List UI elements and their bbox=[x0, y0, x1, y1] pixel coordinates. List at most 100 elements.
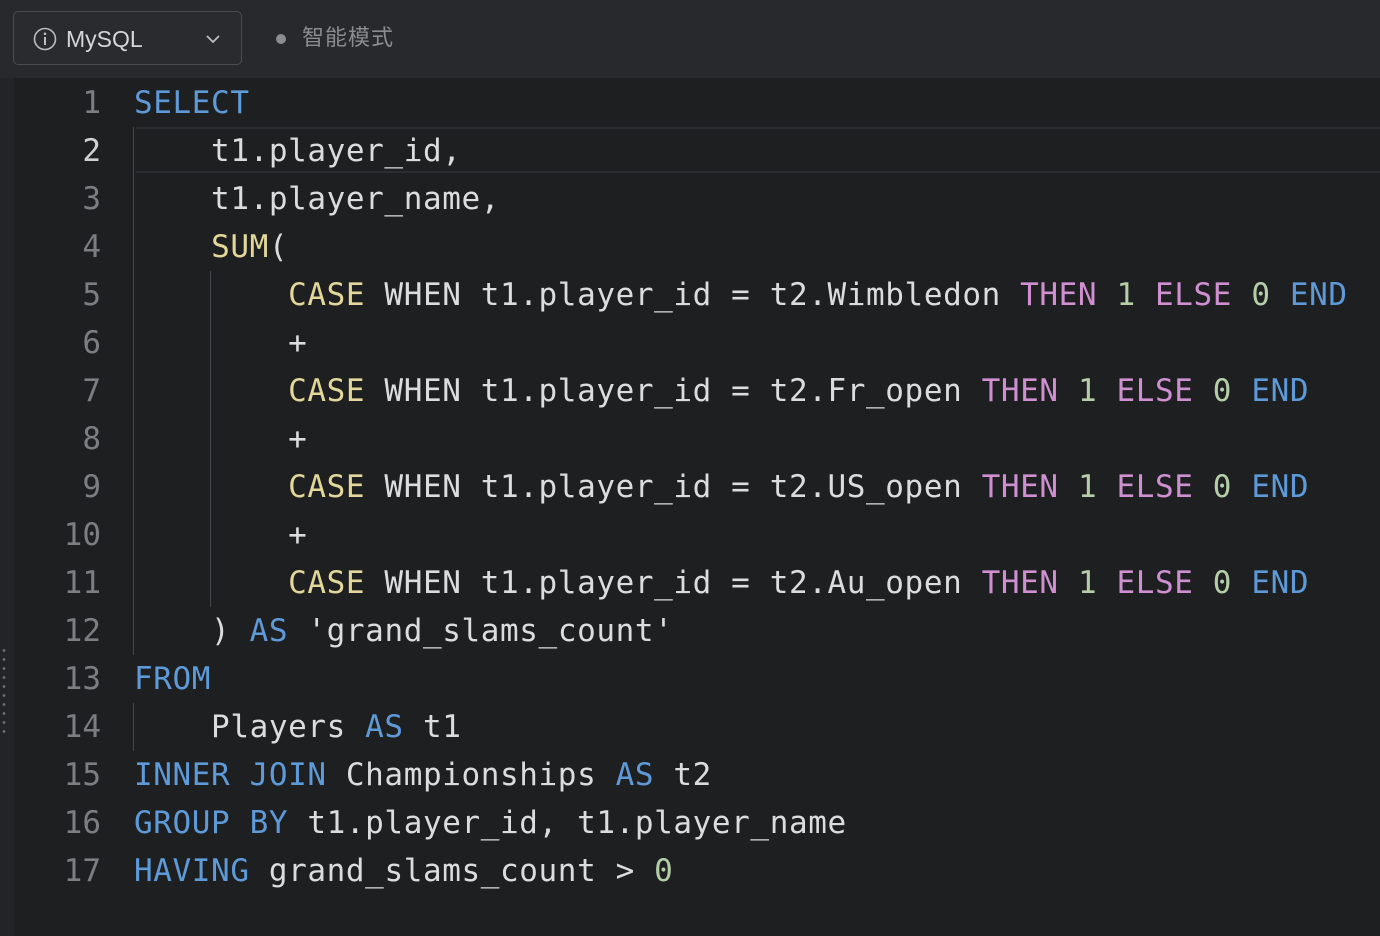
line-number: 8 bbox=[82, 421, 101, 457]
code-text: CASE WHEN t1.player_id = t2.Au_open THEN… bbox=[134, 559, 1309, 607]
info-icon bbox=[33, 27, 57, 51]
code-text: CASE WHEN t1.player_id = t2.US_open THEN… bbox=[134, 463, 1309, 511]
code-token: INNER JOIN bbox=[134, 757, 327, 793]
code-text: + bbox=[134, 415, 307, 463]
code-text: + bbox=[134, 511, 307, 559]
code-line[interactable]: 12 ) AS 'grand_slams_count' bbox=[14, 607, 1380, 655]
code-token: THEN bbox=[981, 469, 1059, 505]
code-line[interactable]: 8 + bbox=[14, 415, 1380, 463]
code-token: 0 bbox=[654, 853, 674, 889]
code-line[interactable]: 10 + bbox=[14, 511, 1380, 559]
code-token: END bbox=[1251, 565, 1310, 601]
line-number: 9 bbox=[82, 469, 101, 505]
code-text: GROUP BY t1.player_id, t1.player_name bbox=[134, 799, 847, 847]
code-line[interactable]: 2 t1.player_id, bbox=[14, 127, 1380, 175]
code-line[interactable]: 9 CASE WHEN t1.player_id = t2.US_open TH… bbox=[14, 463, 1380, 511]
smart-mode-toggle[interactable]: 智能模式 bbox=[302, 25, 394, 53]
code-token: ( bbox=[268, 229, 289, 265]
editor-toolbar: MySQL 智能模式 bbox=[0, 0, 1380, 78]
code-text: HAVING grand_slams_count > 0 bbox=[134, 847, 673, 895]
code-token: CASE bbox=[288, 277, 366, 313]
line-number: 12 bbox=[63, 613, 101, 649]
code-token: ELSE bbox=[1116, 469, 1194, 505]
code-token: 0 bbox=[1251, 277, 1271, 313]
code-token: + bbox=[134, 325, 308, 361]
code-token: 1 bbox=[1077, 373, 1098, 409]
code-token: 1 bbox=[1077, 469, 1098, 505]
code-token: Players bbox=[134, 709, 366, 745]
code-token: SELECT bbox=[134, 85, 250, 121]
code-line[interactable]: 14 Players AS t1 bbox=[14, 703, 1380, 751]
resize-handle[interactable] bbox=[2, 646, 6, 736]
code-line[interactable]: 3 t1.player_name, bbox=[14, 175, 1380, 223]
code-token: ELSE bbox=[1116, 373, 1194, 409]
line-number: 17 bbox=[63, 853, 101, 889]
code-token: AS bbox=[615, 757, 655, 793]
code-token: AS bbox=[365, 709, 404, 745]
code-line[interactable]: 5 CASE WHEN t1.player_id = t2.Wimbledon … bbox=[14, 271, 1380, 319]
code-text: + bbox=[134, 319, 307, 367]
code-text: INNER JOIN Championships AS t2 bbox=[134, 751, 712, 799]
code-token: WHEN t1.player_id = t2.Au_open bbox=[365, 565, 982, 601]
line-number: 11 bbox=[63, 565, 101, 601]
chevron-down-icon bbox=[206, 35, 220, 44]
code-token: THEN bbox=[981, 373, 1059, 409]
code-line[interactable]: 13 FROM bbox=[14, 655, 1380, 703]
code-token: ELSE bbox=[1116, 565, 1194, 601]
code-token: SUM bbox=[211, 229, 269, 265]
code-token: t2 bbox=[654, 757, 712, 793]
line-number: 15 bbox=[63, 757, 101, 793]
code-token: 0 bbox=[1212, 565, 1233, 601]
code-token: CASE bbox=[288, 469, 366, 505]
code-token: AS bbox=[249, 613, 289, 649]
code-token: grand_slams_count > bbox=[249, 853, 655, 889]
code-line[interactable]: 1 SELECT bbox=[14, 79, 1380, 127]
code-text: t1.player_name, bbox=[134, 175, 500, 223]
code-token: ) bbox=[134, 613, 250, 649]
code-line[interactable]: 11 CASE WHEN t1.player_id = t2.Au_open T… bbox=[14, 559, 1380, 607]
language-select[interactable]: MySQL bbox=[13, 11, 242, 65]
code-text: CASE WHEN t1.player_id = t2.Fr_open THEN… bbox=[134, 367, 1309, 415]
code-token: 'grand_slams_count' bbox=[288, 613, 674, 649]
code-token: FROM bbox=[134, 661, 212, 697]
line-number: 10 bbox=[63, 517, 101, 553]
code-text: SELECT bbox=[134, 79, 250, 127]
code-token: + bbox=[134, 421, 308, 457]
code-token: THEN bbox=[981, 565, 1059, 601]
code-token: + bbox=[134, 517, 308, 553]
code-line[interactable]: 7 CASE WHEN t1.player_id = t2.Fr_open TH… bbox=[14, 367, 1380, 415]
code-line[interactable]: 17 HAVING grand_slams_count > 0 bbox=[14, 847, 1380, 895]
code-token: END bbox=[1251, 469, 1310, 505]
code-token: 0 bbox=[1212, 469, 1233, 505]
code-token: 0 bbox=[1212, 373, 1233, 409]
code-text: CASE WHEN t1.player_id = t2.Wimbledon TH… bbox=[134, 271, 1348, 319]
language-label: MySQL bbox=[66, 26, 143, 52]
code-token: CASE bbox=[288, 373, 366, 409]
code-token: t1.player_id, bbox=[134, 133, 462, 169]
code-line[interactable]: 15 INNER JOIN Championships AS t2 bbox=[14, 751, 1380, 799]
code-token: t1.player_name, bbox=[134, 181, 501, 217]
code-line[interactable]: 4 SUM( bbox=[14, 223, 1380, 271]
line-number: 13 bbox=[63, 661, 101, 697]
code-token: 1 bbox=[1116, 277, 1136, 313]
editor-left-strip bbox=[0, 78, 14, 936]
code-token: WHEN t1.player_id = t2.Fr_open bbox=[365, 373, 982, 409]
line-number: 14 bbox=[63, 709, 101, 745]
code-token: HAVING bbox=[134, 853, 250, 889]
code-line[interactable]: 16 GROUP BY t1.player_id, t1.player_name bbox=[14, 799, 1380, 847]
code-line[interactable]: 6 + bbox=[14, 319, 1380, 367]
